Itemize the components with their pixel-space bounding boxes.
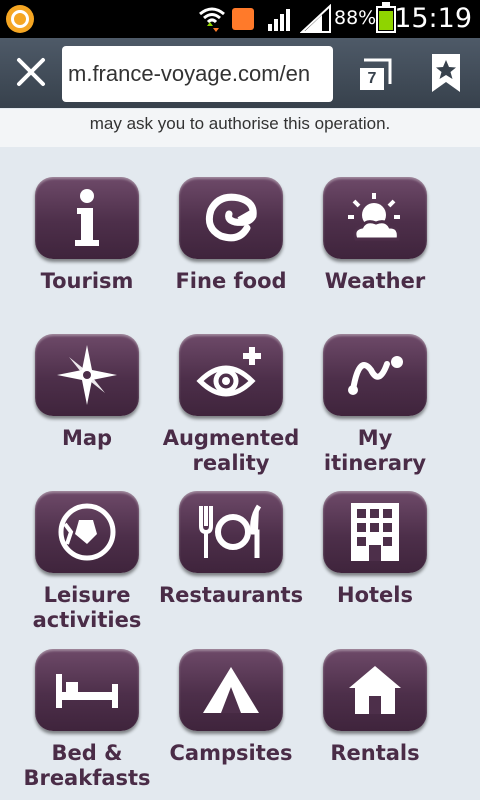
tent-icon — [203, 667, 259, 713]
tile-label: Map — [61, 426, 113, 450]
tab-count: 7 — [360, 68, 384, 90]
tile-label: Hotels — [337, 583, 413, 607]
tile-label: Fine food — [175, 269, 287, 293]
bookmark-star-icon — [432, 54, 460, 92]
tile-weather[interactable]: Weather — [303, 177, 447, 294]
tile-button[interactable] — [35, 334, 139, 416]
tile-restaurants[interactable]: Restaurants — [159, 491, 303, 608]
close-icon — [17, 58, 45, 86]
battery-icon — [376, 2, 396, 33]
cutlery-plate-icon — [199, 504, 262, 558]
notice-text: may ask you to authorise this operation. — [89, 114, 391, 133]
signal-strength-icon — [300, 4, 331, 33]
tile-button[interactable] — [179, 491, 283, 573]
browser-toolbar: m.france-voyage.com/en 7 — [0, 38, 480, 147]
tile-campsites[interactable]: Campsites — [159, 649, 303, 766]
tile-fine-food[interactable]: Fine food — [159, 177, 303, 294]
bed-icon — [56, 674, 118, 708]
url-field[interactable]: m.france-voyage.com/en — [62, 46, 333, 102]
tile-button[interactable] — [323, 177, 427, 259]
tile-button[interactable] — [179, 334, 283, 416]
tile-label: Tourism — [40, 269, 134, 293]
tile-label: My itinerary — [323, 426, 427, 475]
tile-label: Rentals — [330, 741, 420, 765]
tile-label: Restaurants — [159, 583, 304, 607]
tile-label: Leisure activities — [32, 583, 142, 632]
swirl-icon — [205, 193, 257, 242]
sun-cloud-icon — [348, 193, 400, 241]
tile-button[interactable] — [323, 649, 427, 731]
tile-label: Bed & Breakfasts — [23, 741, 151, 790]
house-icon — [349, 666, 401, 714]
tile-tourism[interactable]: Tourism — [15, 177, 159, 294]
tile-hotels[interactable]: Hotels — [303, 491, 447, 608]
wifi-icon — [199, 7, 225, 32]
tile-my-itinerary[interactable]: My itinerary — [303, 334, 447, 476]
status-bar: 88% 15:19 — [0, 0, 480, 38]
tile-button[interactable] — [179, 649, 283, 731]
tile-button[interactable] — [35, 491, 139, 573]
tile-button[interactable] — [35, 649, 139, 731]
tile-bed-breakfasts[interactable]: Bed & Breakfasts — [15, 649, 159, 791]
app-notification-icon — [6, 5, 34, 33]
tile-button[interactable] — [35, 177, 139, 259]
tile-augmented-reality[interactable]: Augmented reality — [159, 334, 303, 476]
battery-percent: 88% — [334, 7, 377, 29]
tile-button[interactable] — [323, 491, 427, 573]
eye-plus-icon — [196, 347, 261, 397]
building-icon — [351, 503, 399, 561]
notification-icon — [232, 8, 254, 30]
football-icon — [58, 503, 116, 561]
tile-label: Campsites — [169, 741, 293, 765]
route-icon — [348, 356, 403, 395]
close-button[interactable] — [10, 51, 52, 93]
permission-notice: may ask you to authorise this operation. — [0, 109, 480, 147]
tile-label: Weather — [324, 269, 426, 293]
tile-map[interactable]: Map — [15, 334, 159, 451]
tile-leisure-activities[interactable]: Leisure activities — [15, 491, 159, 633]
clock: 15:19 — [394, 3, 472, 34]
tile-label: Augmented reality — [162, 426, 300, 475]
info-icon — [75, 189, 99, 246]
bookmark-button[interactable] — [430, 52, 462, 94]
signal-icon — [268, 9, 290, 31]
compass-rose-icon — [57, 345, 117, 405]
tile-rentals[interactable]: Rentals — [303, 649, 447, 766]
tile-button[interactable] — [179, 177, 283, 259]
tile-button[interactable] — [323, 334, 427, 416]
